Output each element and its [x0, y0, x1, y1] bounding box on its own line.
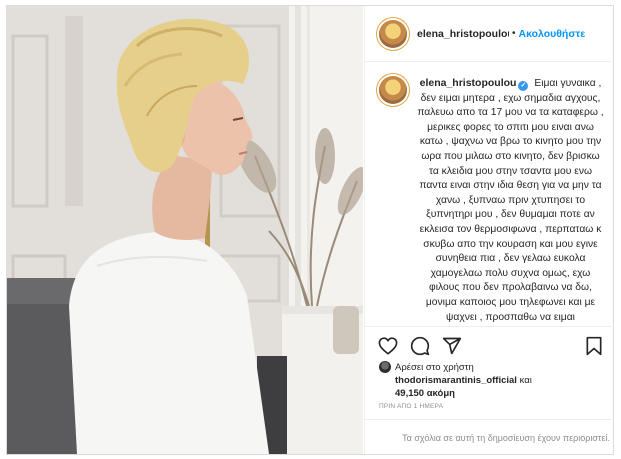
caption-text: Ειμαι γυναικα , δεν ειμαι μητερα , εχω σ… — [417, 78, 604, 323]
caption: elena_hristopoulou ✓ Ειμαι γυναικα , δεν … — [417, 76, 604, 325]
action-icons — [377, 335, 605, 357]
caption-row: elena_hristopoulou ✓ Ειμαι γυναικα , δεν … — [365, 62, 614, 325]
caption-scroll-area[interactable]: elena_hristopoulou ✓ Ειμαι γυναικα , δεν … — [365, 62, 614, 326]
likes-count[interactable]: 49,150 — [395, 388, 424, 399]
likes-line-2: thodorismarantinis_official και — [379, 374, 604, 387]
likes-suffix[interactable]: ακόμη — [427, 388, 455, 399]
bookmark-icon[interactable] — [583, 335, 605, 357]
share-icon[interactable] — [441, 335, 463, 357]
header-separator: • — [512, 28, 516, 39]
comments-limited-notice: Τα σχόλια σε αυτή τη δημοσίευση έχουν πε… — [365, 419, 614, 455]
likes-line-3[interactable]: 49,150 ακόμη — [379, 387, 604, 400]
instagram-post-embed: elena_hristopoulou • Ακολουθήστε elena_h… — [6, 5, 614, 455]
post-side-panel: elena_hristopoulou • Ακολουθήστε elena_h… — [364, 6, 614, 454]
likes-prefix: Αρέσει στο χρήστη — [395, 362, 474, 373]
liker-username[interactable]: thodorismarantinis_official — [395, 375, 517, 386]
verified-badge-icon: ✓ — [518, 81, 529, 91]
caption-username[interactable]: elena_hristopoulou — [420, 77, 517, 89]
post-image — [7, 6, 363, 454]
caption-avatar[interactable] — [379, 76, 407, 104]
post-photo[interactable] — [7, 6, 363, 454]
follow-button[interactable]: Ακολουθήστε — [519, 28, 586, 40]
comment-icon[interactable] — [409, 335, 431, 357]
post-actions-area: Αρέσει στο χρήστη thodorismarantinis_off… — [365, 326, 614, 454]
post-header: elena_hristopoulou • Ακολουθήστε — [365, 6, 614, 62]
heart-icon[interactable] — [377, 335, 399, 357]
author-avatar[interactable] — [379, 19, 407, 48]
likes-conjunction: και — [519, 375, 532, 386]
likes-summary: Αρέσει στο χρήστη thodorismarantinis_off… — [379, 361, 604, 400]
header-username[interactable]: elena_hristopoulou — [417, 28, 509, 40]
likes-line-1: Αρέσει στο χρήστη — [379, 361, 604, 374]
post-timestamp[interactable]: ΠΡΙΝ ΑΠΟ 1 ΗΜΕΡΑ — [379, 403, 443, 410]
liker-avatar — [379, 361, 391, 373]
